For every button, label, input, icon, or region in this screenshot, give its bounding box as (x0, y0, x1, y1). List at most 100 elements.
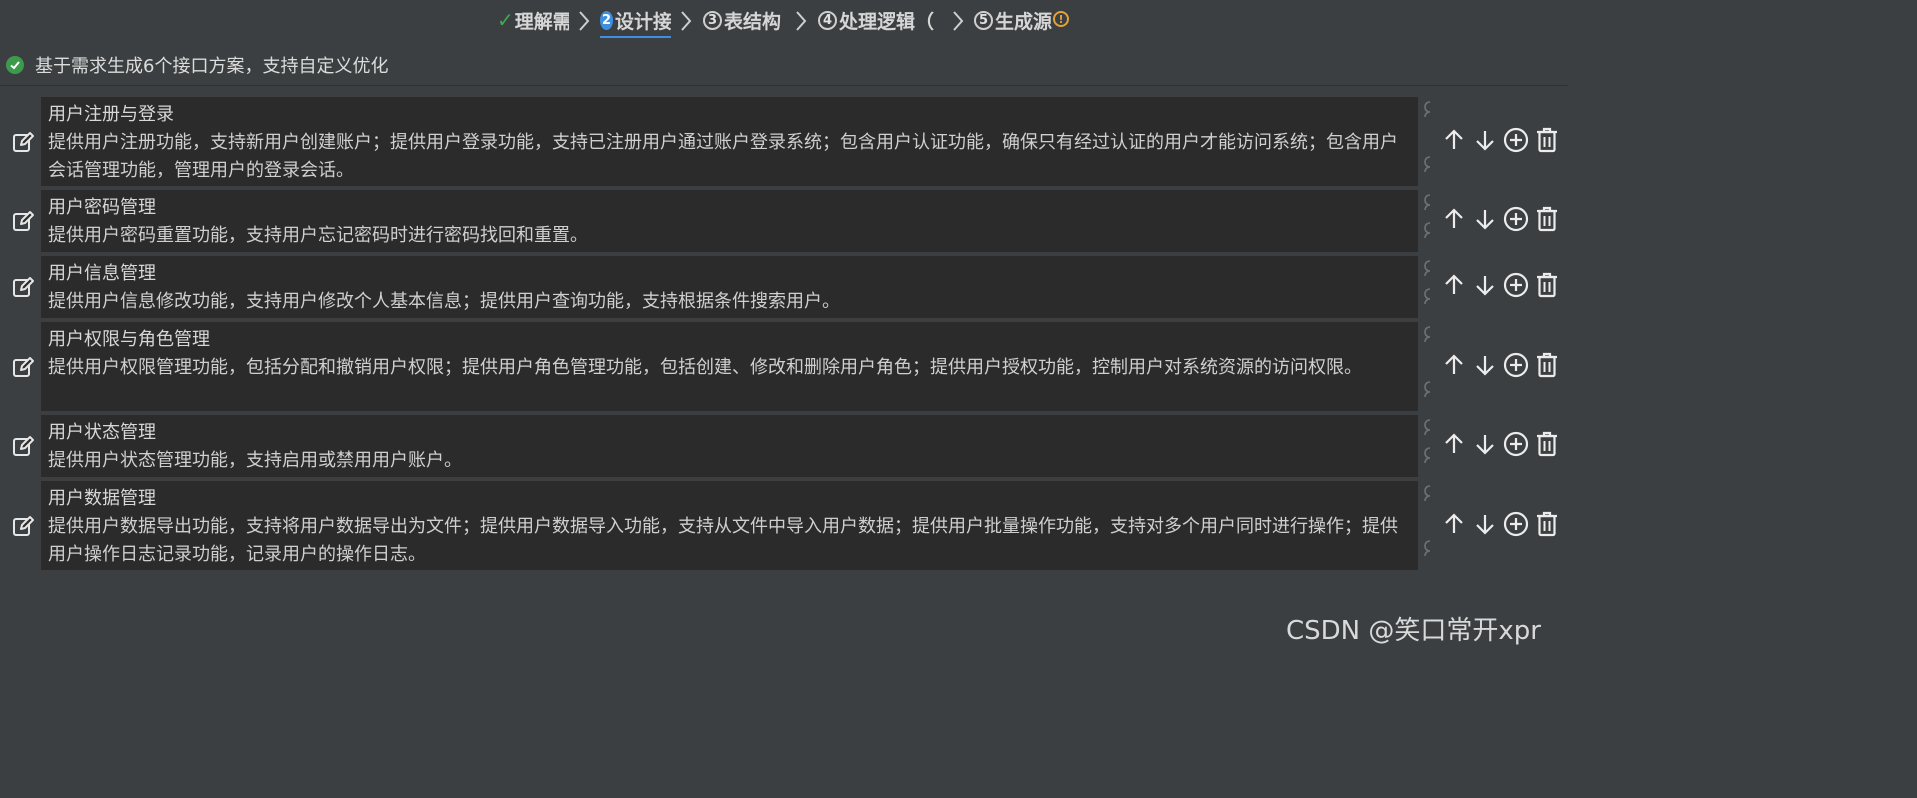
add-button[interactable] (1501, 127, 1530, 157)
plus-circle-icon (1503, 352, 1529, 382)
step-2-label: 设计接 (615, 10, 671, 33)
arrow-down-icon (1474, 273, 1496, 301)
step-1-label: 理解需 (514, 10, 569, 33)
interface-description: 提供用户状态管理功能，支持启用或禁用用户账户。 (48, 450, 462, 471)
move-down-button[interactable] (1470, 511, 1499, 541)
drag-hook-icon[interactable] (1423, 194, 1435, 216)
list-item: 用户注册与登录提供用户注册功能，支持新用户创建账户；提供用户登录功能，支持已注册… (0, 97, 1568, 186)
divider (0, 85, 1568, 86)
list-item: 用户信息管理提供用户信息修改功能，支持用户修改个人基本信息；提供用户查询功能，支… (0, 256, 1568, 318)
step-2[interactable]: 2 设计接 (600, 6, 671, 34)
drag-hook-icon[interactable] (1423, 260, 1435, 282)
move-up-button[interactable] (1439, 352, 1468, 382)
interface-title: 用户状态管理 (48, 422, 156, 443)
add-button[interactable] (1501, 511, 1530, 541)
trash-icon (1535, 511, 1559, 541)
status-text: 基于需求生成6个接口方案，支持自定义优化 (35, 56, 389, 77)
move-down-button[interactable] (1470, 272, 1499, 302)
edit-icon[interactable] (11, 355, 35, 379)
drag-hook-icon[interactable] (1423, 326, 1435, 348)
chevron-right-icon (796, 11, 807, 31)
move-down-button[interactable] (1470, 206, 1499, 236)
delete-button[interactable] (1532, 352, 1561, 382)
step-2-number: 2 (600, 10, 614, 30)
step-5[interactable]: 5 生成源 (974, 6, 1054, 34)
delete-button[interactable] (1532, 431, 1561, 461)
trash-icon (1535, 272, 1559, 302)
arrow-down-icon (1474, 512, 1496, 540)
drag-hook-icon[interactable] (1423, 101, 1435, 123)
interface-card[interactable]: 用户注册与登录提供用户注册功能，支持新用户创建账户；提供用户登录功能，支持已注册… (41, 97, 1418, 186)
plus-circle-icon (1503, 431, 1529, 461)
interface-description: 提供用户权限管理功能，包括分配和撤销用户权限；提供用户角色管理功能，包括创建、修… (48, 357, 1362, 378)
interface-description: 提供用户密码重置功能，支持用户忘记密码时进行密码找回和重置。 (48, 225, 588, 246)
add-button[interactable] (1501, 272, 1530, 302)
interface-description: 提供用户注册功能，支持新用户创建账户；提供用户登录功能，支持已注册用户通过账户登… (48, 132, 1398, 181)
row-actions (1439, 511, 1561, 541)
step-3-label: 表结构 (724, 10, 782, 33)
drag-hook-icon[interactable] (1423, 540, 1435, 562)
trash-icon (1535, 206, 1559, 236)
watermark: CSDN @笑口常开xpr (1286, 616, 1541, 646)
chevron-right-icon (953, 11, 964, 31)
move-down-button[interactable] (1470, 352, 1499, 382)
move-up-button[interactable] (1439, 206, 1468, 236)
row-actions (1439, 206, 1561, 236)
interface-card[interactable]: 用户数据管理 提供用户数据导出功能，支持将用户数据导出为文件；提供用户数据导入功能… (41, 481, 1418, 570)
arrow-down-icon (1474, 207, 1496, 235)
move-down-button[interactable] (1470, 127, 1499, 157)
list-item: 用户数据管理 提供用户数据导出功能，支持将用户数据导出为文件；提供用户数据导入功能… (0, 481, 1568, 570)
drag-hook-icon[interactable] (1423, 156, 1435, 178)
edit-icon[interactable] (11, 130, 35, 154)
row-actions (1439, 127, 1561, 157)
edit-icon[interactable] (11, 209, 35, 233)
arrow-up-icon (1443, 432, 1465, 460)
interface-card[interactable]: 用户密码管理 提供用户密码重置功能，支持用户忘记密码时进行密码找回和重置。 (41, 190, 1418, 252)
delete-button[interactable] (1532, 511, 1561, 541)
delete-button[interactable] (1532, 206, 1561, 236)
interface-card[interactable]: 用户状态管理提供用户状态管理功能，支持启用或禁用用户账户。 (41, 415, 1418, 477)
drag-hook-icon[interactable] (1423, 447, 1435, 469)
chevron-right-icon (681, 11, 692, 31)
drag-hook-icon[interactable] (1423, 485, 1435, 507)
drag-hook-icon[interactable] (1423, 419, 1435, 441)
drag-hook-icon[interactable] (1423, 222, 1435, 244)
plus-circle-icon (1503, 272, 1529, 302)
status-message: 基于需求生成6个接口方案，支持自定义优化 (6, 52, 388, 78)
step-4-label: 处理逻辑（ (839, 10, 935, 33)
drag-hook-icon[interactable] (1423, 381, 1435, 403)
trash-icon (1535, 127, 1559, 157)
interface-description: 提供用户信息修改功能，支持用户修改个人基本信息；提供用户查询功能，支持根据条件搜… (48, 291, 840, 312)
delete-button[interactable] (1532, 127, 1561, 157)
plus-circle-icon (1503, 511, 1529, 541)
interface-title: 用户注册与登录 (48, 104, 174, 125)
drag-hook-icon[interactable] (1423, 288, 1435, 310)
add-button[interactable] (1501, 206, 1530, 236)
add-button[interactable] (1501, 352, 1530, 382)
interface-title: 用户数据管理 (48, 488, 156, 509)
step-1[interactable]: ✓ 理解需 (497, 6, 569, 34)
move-up-button[interactable] (1439, 511, 1468, 541)
move-up-button[interactable] (1439, 431, 1468, 461)
delete-button[interactable] (1532, 272, 1561, 302)
arrow-up-icon (1443, 512, 1465, 540)
edit-icon[interactable] (11, 275, 35, 299)
arrow-down-icon (1474, 432, 1496, 460)
step-4[interactable]: 4 处理逻辑（ (818, 6, 945, 34)
edit-icon[interactable] (11, 434, 35, 458)
warning-icon: ! (1053, 11, 1069, 27)
list-item: 用户密码管理 提供用户密码重置功能，支持用户忘记密码时进行密码找回和重置。 (0, 190, 1568, 252)
check-circle-icon (6, 56, 24, 74)
step-3[interactable]: 3 表结构 (703, 6, 789, 34)
move-up-button[interactable] (1439, 272, 1468, 302)
chevron-right-icon (579, 11, 590, 31)
edit-icon[interactable] (11, 514, 35, 538)
move-up-button[interactable] (1439, 127, 1468, 157)
interface-card[interactable]: 用户信息管理提供用户信息修改功能，支持用户修改个人基本信息；提供用户查询功能，支… (41, 256, 1418, 318)
arrow-down-icon (1474, 128, 1496, 156)
interface-title: 用户信息管理 (48, 263, 156, 284)
interface-card[interactable]: 用户权限与角色管理 提供用户权限管理功能，包括分配和撤销用户权限；提供用户角色管理… (41, 322, 1418, 411)
move-down-button[interactable] (1470, 431, 1499, 461)
active-step-underline (600, 36, 671, 38)
add-button[interactable] (1501, 431, 1530, 461)
